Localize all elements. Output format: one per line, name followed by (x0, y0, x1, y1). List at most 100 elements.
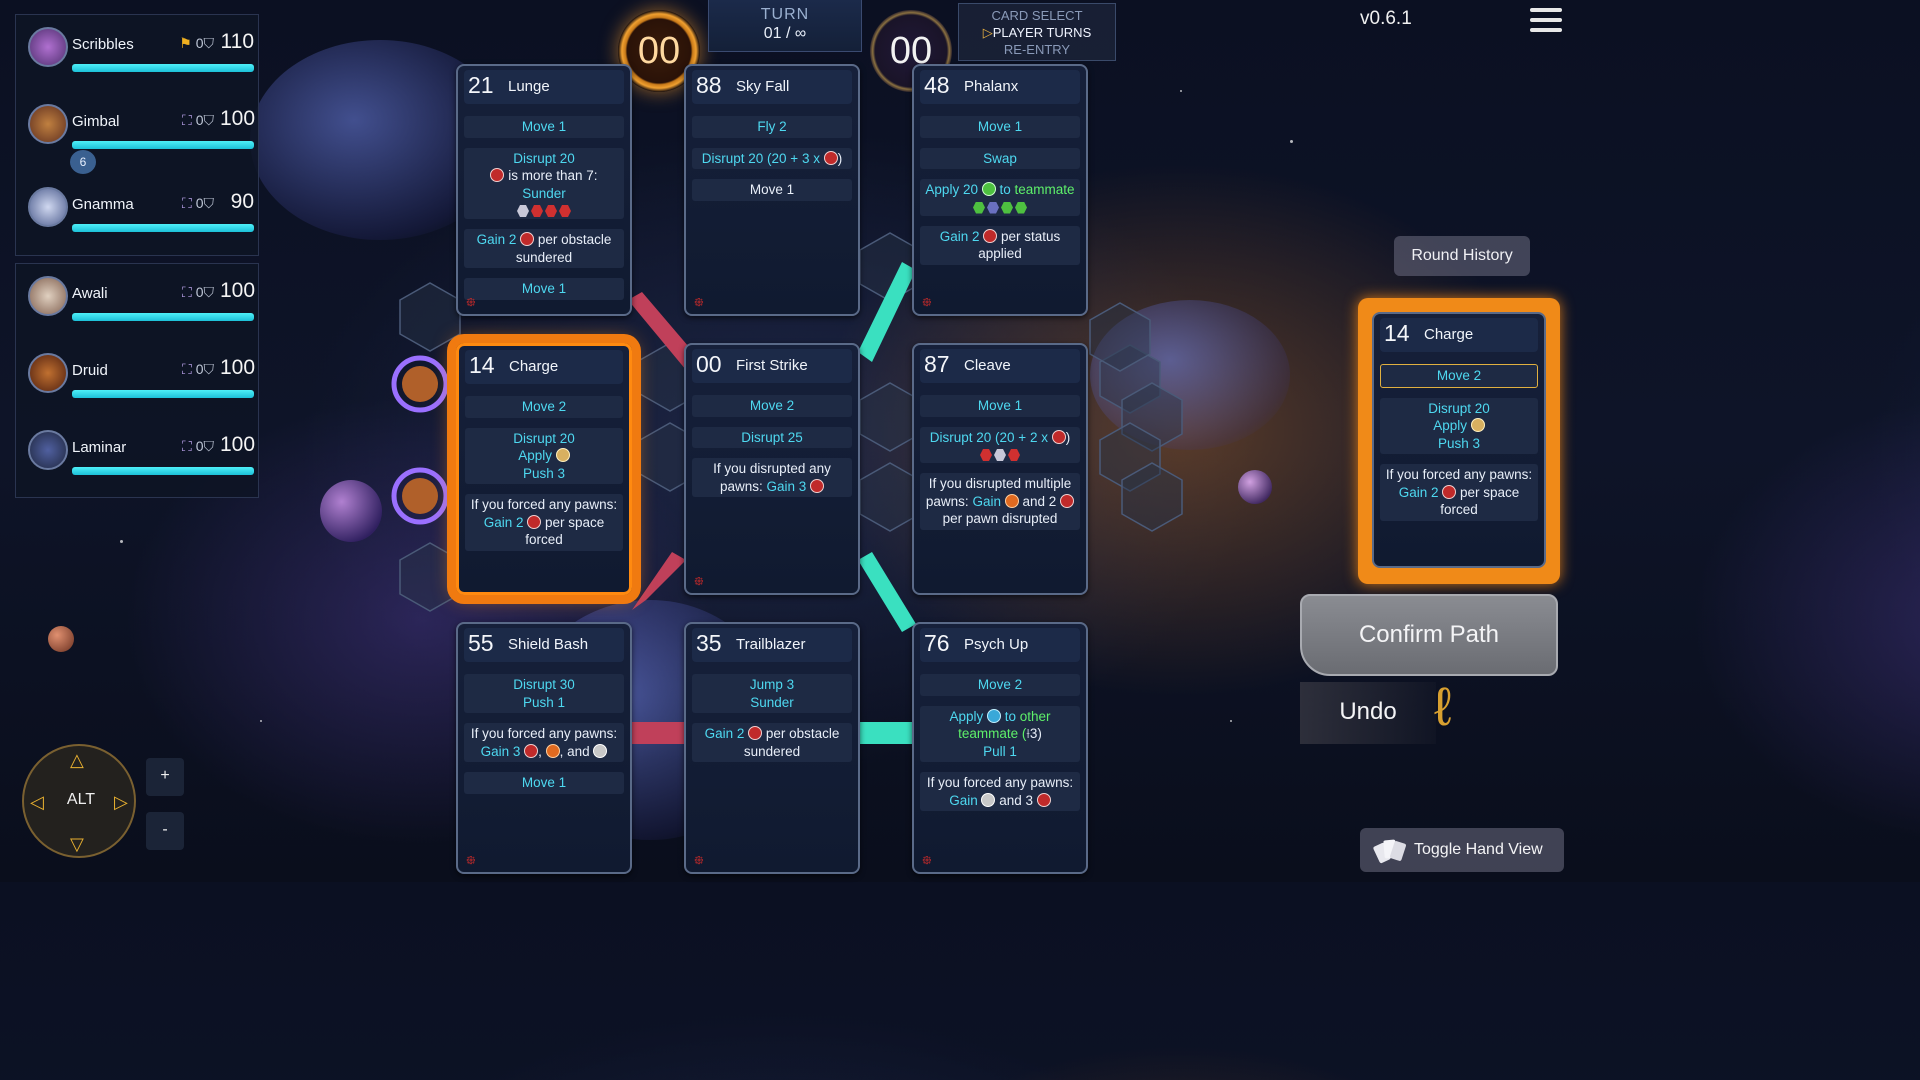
hp-bar (72, 313, 254, 321)
camera-up-button[interactable]: △ (70, 750, 84, 771)
bracket-icon: ⛶ (182, 284, 192, 300)
card-phalanx[interactable]: 48 Phalanx Move 1 Swap Apply 20 to teamm… (912, 64, 1088, 316)
initiative-number: 48 (924, 72, 950, 98)
action-pull: Pull 1 (983, 743, 1017, 759)
action-disrupt: Disrupt 20 (20 + 3 x ) (692, 147, 852, 169)
initiative-number: 76 (924, 630, 950, 656)
bracket-icon: ⛶ (182, 438, 192, 454)
action-move: Move 1 (464, 772, 624, 794)
action-move: Move 2 (465, 396, 623, 418)
version-label: v0.6.1 (1360, 8, 1412, 29)
hex-tile[interactable] (399, 542, 461, 612)
card-cleave[interactable]: 87 Cleave Move 1 Disrupt 20 (20 + 2 x ) … (912, 343, 1088, 595)
momentum-token-icon (524, 743, 539, 758)
member-status: ⚑ 0⛉ (179, 35, 214, 51)
card-charge[interactable]: 14 Charge Move 2 Disrupt 20 Apply Push 3… (456, 343, 632, 595)
action-conditional: If you disrupted multiple pawns: Gain an… (920, 473, 1080, 530)
action-disrupt: Disrupt 30 Push 1 (464, 674, 624, 713)
action-swap: Swap (920, 147, 1080, 169)
member-status: ⛶ 0⛉ (182, 438, 214, 454)
guard-token-icon (593, 743, 608, 758)
menu-icon[interactable] (1530, 8, 1562, 34)
card-header: 21 Lunge (464, 70, 624, 104)
initiative-number: 35 (696, 630, 722, 656)
path-connector-teal (858, 552, 916, 632)
team-emblem-icon: ᪥ (694, 852, 704, 867)
card-trailblazer[interactable]: 35 Trailblazer Jump 3 Sunder Gain 2 per o… (684, 622, 860, 874)
confirm-path-button[interactable]: Confirm Path (1300, 594, 1558, 676)
roster-member-druid[interactable]: Druid ⛶ 0⛉ 100 (16, 347, 260, 407)
zoom-in-button[interactable]: + (146, 758, 184, 796)
roster-member-gnamma[interactable]: Gnamma ⛶ 0⛉ 90 (16, 181, 260, 241)
card-header: 55 Shield Bash (464, 628, 624, 662)
roster-member-laminar[interactable]: Laminar ⛶ 0⛉ 100 (16, 424, 260, 484)
turn-label: TURN (760, 6, 810, 23)
hex-tile[interactable] (859, 382, 921, 452)
action-move: Move 1 (464, 116, 624, 138)
momentum-token-icon (1442, 484, 1457, 499)
action-move: Move 1 (464, 278, 624, 300)
selected-card-preview: 14 Charge Move 2 Disrupt 20 Apply Push 3… (1358, 298, 1560, 584)
member-status: ⛶ 0⛉ (182, 112, 214, 128)
momentum-token-icon (823, 150, 838, 165)
undo-button[interactable]: Undo (1300, 682, 1436, 744)
card-first-strike[interactable]: 00 First Strike Move 2 Disrupt 25 If you… (684, 343, 860, 595)
card-title: Cleave (964, 357, 1011, 374)
camera-left-button[interactable]: ◁ (30, 792, 44, 813)
initiative-number: 87 (924, 351, 950, 377)
momentum-token-icon (520, 232, 535, 246)
guard-token-icon (981, 792, 996, 807)
roster-member-scribbles[interactable]: Scribbles ⚑ 0⛉ 110 (16, 21, 260, 81)
hex-tile[interactable] (859, 462, 921, 532)
action-conditional: If you forced any pawns: Gain 2 per space… (1380, 464, 1538, 521)
card-shield-bash[interactable]: 55 Shield Bash Disrupt 30 Push 1 If you f… (456, 622, 632, 874)
card-title: Sky Fall (736, 78, 790, 95)
fury-token-icon (545, 743, 560, 758)
member-name: Druid (72, 362, 108, 379)
member-name: Gnamma (72, 196, 134, 213)
momentum-token-icon (983, 228, 998, 243)
card-lunge[interactable]: 21 Lunge Move 1 Disrupt 20 is more than … (456, 64, 632, 316)
action-jump: Jump 3 Sunder (692, 674, 852, 713)
zoom-out-button[interactable]: - (146, 812, 184, 850)
portal-core (402, 366, 438, 402)
roster-member-gimbal[interactable]: Gimbal ⛶ 0⛉ 100 6 (16, 98, 260, 174)
camera-down-button[interactable]: ▽ (70, 834, 84, 855)
fury-token-icon (1004, 493, 1019, 508)
action-conditional: If you disrupted any pawns: Gain 3 (692, 458, 852, 497)
card-sky-fall[interactable]: 88 Sky Fall Fly 2 Disrupt 20 (20 + 3 x )… (684, 64, 860, 316)
member-status: ⛶ 0⛉ (182, 195, 214, 211)
hex-tile[interactable] (399, 282, 461, 352)
action-apply: Apply 20 to teammate (920, 179, 1080, 216)
momentum-token-icon (1036, 792, 1051, 807)
hp-bar (72, 224, 254, 232)
card-header: 48 Phalanx (920, 70, 1080, 104)
member-hp: 110 (220, 30, 254, 53)
cards-icon (1373, 839, 1406, 864)
hp-bar (72, 64, 254, 72)
action-move: Move 2 (920, 674, 1080, 696)
hp-bar (72, 467, 254, 475)
path-connector-red (632, 552, 686, 610)
round-history-button[interactable]: Round History (1394, 236, 1530, 276)
toggle-hand-view-button[interactable]: Toggle Hand View (1360, 828, 1564, 872)
card-title: Psych Up (964, 636, 1029, 653)
card-header: 88 Sky Fall (692, 70, 852, 104)
camera-right-button[interactable]: ▷ (114, 792, 128, 813)
action-move: Move 1 (920, 395, 1080, 417)
avatar (28, 430, 68, 470)
action-apply: Apply to other teammate (⟊3) Pull 1 (920, 705, 1080, 762)
action-move-highlighted: Move 2 (1380, 364, 1538, 388)
phase-indicator: CARD SELECT ▷PLAYER TURNS RE-ENTRY (958, 3, 1116, 61)
card-header: 87 Cleave (920, 349, 1080, 383)
avatar (28, 104, 68, 144)
team-emblem-icon: ᪥ (922, 852, 932, 867)
roster-member-awali[interactable]: Awali ⛶ 0⛉ 100 (16, 270, 260, 330)
path-connector-teal (860, 722, 914, 744)
member-hp: 100 (220, 279, 256, 302)
card-psych-up[interactable]: 76 Psych Up Move 2 Apply to other teammat… (912, 622, 1088, 874)
camera-dpad: △ ▽ ◁ ▷ ALT (22, 744, 136, 858)
initiative-number: 21 (468, 72, 494, 98)
momentum-token-icon (810, 478, 825, 493)
alt-button[interactable]: ALT (61, 791, 101, 809)
